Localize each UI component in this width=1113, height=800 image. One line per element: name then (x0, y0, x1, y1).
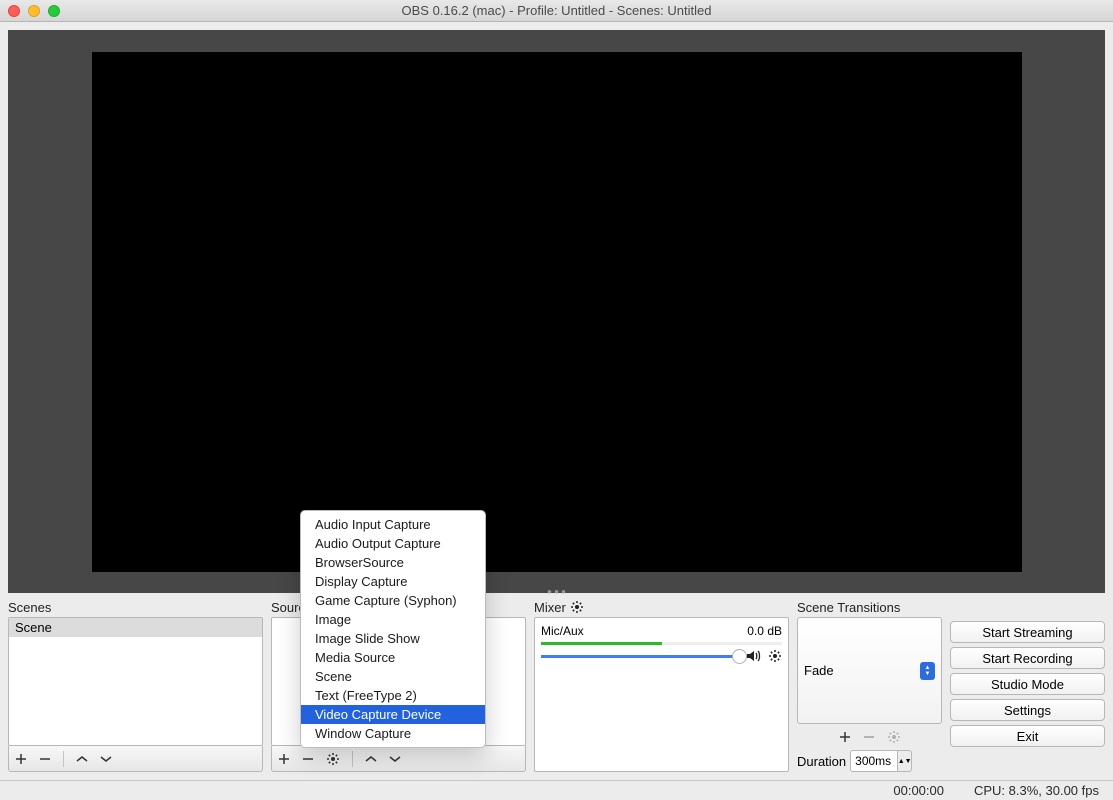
context-menu-item[interactable]: Scene (301, 667, 485, 686)
close-icon[interactable] (8, 5, 20, 17)
scene-item[interactable]: Scene (9, 618, 262, 637)
scene-down-button[interactable] (100, 755, 112, 763)
add-transition-button[interactable] (839, 731, 851, 743)
status-bar: 00:00:00 CPU: 8.3%, 30.00 fps (0, 780, 1113, 800)
context-menu-item[interactable]: Media Source (301, 648, 485, 667)
context-menu-item[interactable]: Image (301, 610, 485, 629)
transition-selected-label: Fade (804, 663, 834, 678)
context-menu-item[interactable]: Text (FreeType 2) (301, 686, 485, 705)
remove-scene-button[interactable] (39, 753, 51, 765)
scenes-header: Scenes (8, 597, 263, 617)
status-cpu: CPU: 8.3%, 30.00 fps (974, 783, 1099, 798)
studio-mode-button[interactable]: Studio Mode (950, 673, 1105, 695)
audio-meter (541, 642, 782, 645)
duration-stepper[interactable]: ▲▼ (898, 750, 912, 772)
context-menu-item[interactable]: Audio Input Capture (301, 515, 485, 534)
add-source-context-menu[interactable]: Audio Input CaptureAudio Output CaptureB… (300, 510, 486, 748)
mixer-panel: Mixer Mic/Aux 0.0 dB (534, 597, 789, 772)
status-time: 00:00:00 (893, 783, 944, 798)
add-source-button[interactable] (278, 753, 290, 765)
context-menu-item[interactable]: Audio Output Capture (301, 534, 485, 553)
slider-thumb[interactable] (732, 649, 747, 664)
transitions-panel: Scene Transitions Fade ▲▼ Duration ▲▼ (797, 597, 942, 772)
scene-up-button[interactable] (76, 755, 88, 763)
speaker-icon[interactable] (746, 649, 762, 663)
settings-button[interactable]: Settings (950, 699, 1105, 721)
scenes-list[interactable]: Scene (8, 617, 263, 746)
mixer-channel-level: 0.0 dB (747, 624, 782, 638)
scenes-panel: Scenes Scene (8, 597, 263, 772)
transition-gear-icon[interactable] (887, 730, 901, 744)
channel-gear-icon[interactable] (768, 649, 782, 663)
context-menu-item[interactable]: Display Capture (301, 572, 485, 591)
source-up-button[interactable] (365, 755, 377, 763)
preview-area: ● ● ● (8, 30, 1105, 593)
add-scene-button[interactable] (15, 753, 27, 765)
maximize-icon[interactable] (48, 5, 60, 17)
transition-select[interactable]: Fade ▲▼ (797, 617, 942, 724)
titlebar: OBS 0.16.2 (mac) - Profile: Untitled - S… (0, 0, 1113, 22)
window-title: OBS 0.16.2 (mac) - Profile: Untitled - S… (0, 3, 1113, 18)
mixer-header-label: Mixer (534, 600, 566, 615)
preview-canvas[interactable] (92, 52, 1022, 572)
window-controls (8, 5, 60, 17)
controls-panel: Start Streaming Start Recording Studio M… (950, 597, 1105, 772)
mixer-channel-name: Mic/Aux (541, 624, 584, 638)
mixer-header: Mixer (534, 597, 789, 617)
scenes-toolbar (8, 746, 263, 772)
start-recording-button[interactable]: Start Recording (950, 647, 1105, 669)
remove-transition-button[interactable] (863, 731, 875, 743)
start-streaming-button[interactable]: Start Streaming (950, 621, 1105, 643)
volume-slider[interactable] (541, 655, 740, 658)
exit-button[interactable]: Exit (950, 725, 1105, 747)
context-menu-item[interactable]: BrowserSource (301, 553, 485, 572)
mixer-body: Mic/Aux 0.0 dB (534, 617, 789, 772)
source-down-button[interactable] (389, 755, 401, 763)
splitter-handle[interactable]: ● ● ● (547, 587, 566, 596)
sources-toolbar (271, 746, 526, 772)
minimize-icon[interactable] (28, 5, 40, 17)
context-menu-item[interactable]: Window Capture (301, 724, 485, 743)
duration-input[interactable] (850, 750, 898, 772)
context-menu-item[interactable]: Video Capture Device (301, 705, 485, 724)
mixer-gear-icon[interactable] (570, 600, 584, 614)
context-menu-item[interactable]: Image Slide Show (301, 629, 485, 648)
context-menu-item[interactable]: Game Capture (Syphon) (301, 591, 485, 610)
remove-source-button[interactable] (302, 753, 314, 765)
select-arrows-icon: ▲▼ (920, 662, 935, 680)
source-settings-button[interactable] (326, 752, 340, 766)
transitions-header: Scene Transitions (797, 597, 942, 617)
duration-label: Duration (797, 754, 846, 769)
